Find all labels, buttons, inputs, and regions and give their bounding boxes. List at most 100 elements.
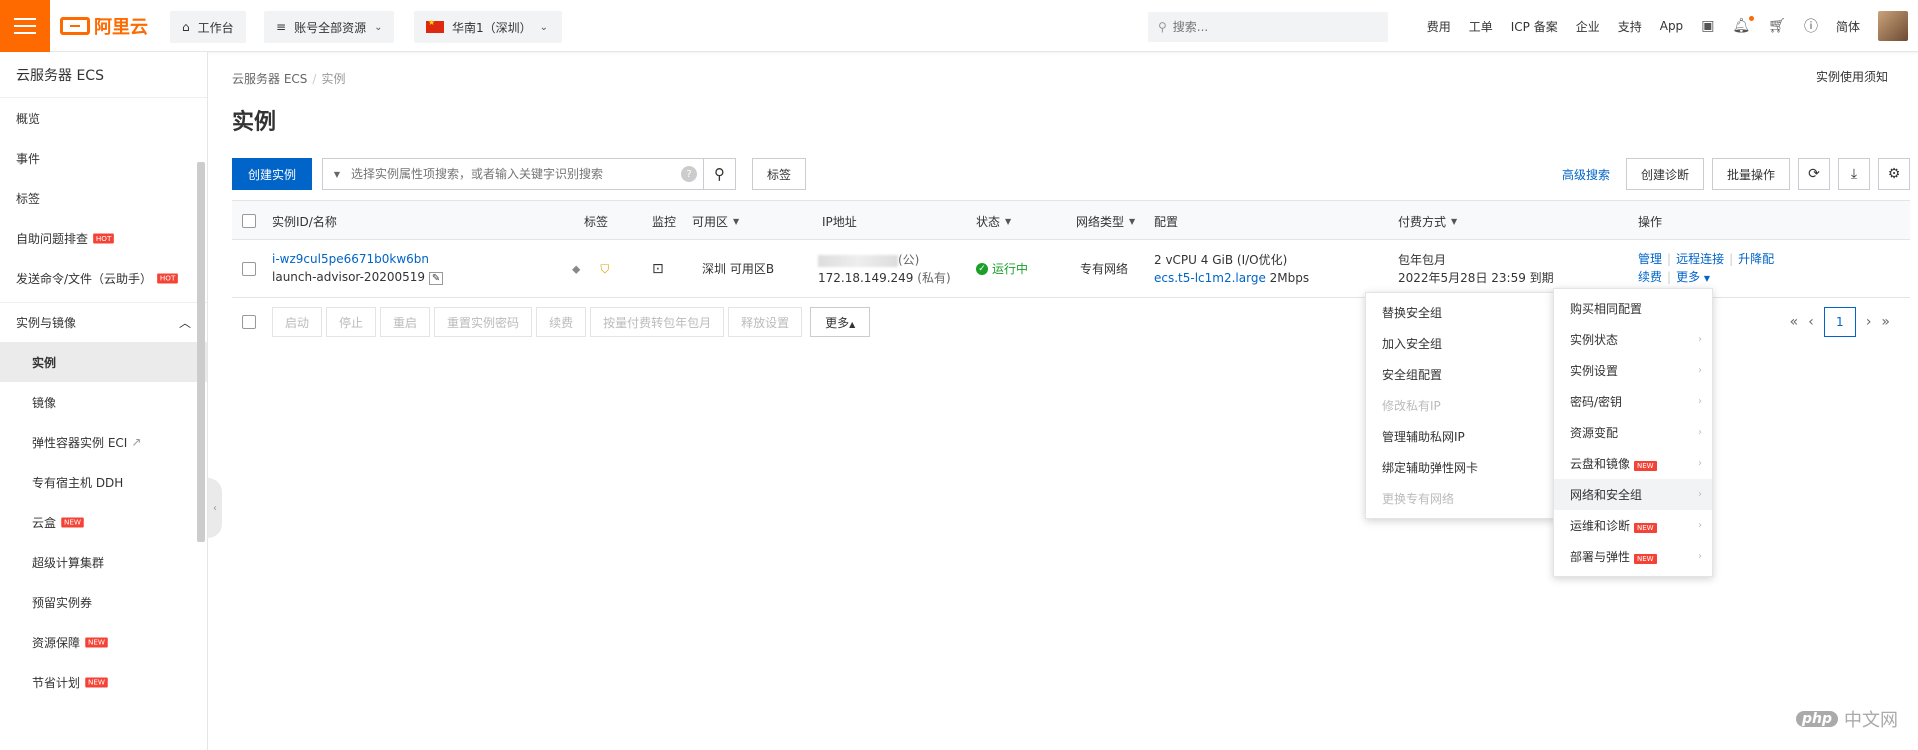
prev-page-icon[interactable]: ‹ [1808,314,1814,330]
settings-icon[interactable]: ⚙ [1878,158,1910,190]
row-checkbox[interactable] [242,262,256,276]
menu-resource-change[interactable]: 资源变配 › [1554,417,1712,448]
link-icp[interactable]: ICP 备案 [1511,18,1558,35]
cart-icon[interactable]: 🛒︎ [1768,18,1786,34]
menu-disk-image[interactable]: 云盘和镜像 NEW › [1554,448,1712,479]
menu-join-security-group[interactable]: 加入安全组 [1366,328,1554,359]
menu-manage-secondary-ip[interactable]: 管理辅助私网IP [1366,421,1554,452]
check-circle-icon: ✓ [976,263,988,275]
link-tickets[interactable]: 工单 [1469,18,1493,35]
refresh-icon[interactable]: ⟳ [1798,158,1830,190]
menu-instance-status[interactable]: 实例状态 › [1554,324,1712,355]
instance-usage-notice-link[interactable]: 实例使用须知 [1816,68,1888,85]
caret-down-icon[interactable]: ▼ [323,170,351,179]
link-app[interactable]: App [1660,19,1683,33]
renew-link[interactable]: 续费 [1638,270,1662,284]
reset-password-button[interactable]: 重置实例密码 [434,307,533,337]
col-network[interactable]: 网络类型 ▼ [1076,201,1135,241]
sidebar-item-savings-plan[interactable]: 节省计划 NEW [0,662,207,702]
sidebar-item-self-troubleshoot[interactable]: 自助问题排查 HOT [0,218,207,258]
next-page-icon[interactable]: › [1866,314,1872,330]
avatar[interactable] [1878,11,1908,41]
menu-security-group-config[interactable]: 安全组配置 [1366,359,1554,390]
more-actions-link[interactable]: 更多 ▼ [1676,270,1710,284]
footer-select-all-checkbox[interactable] [242,315,256,329]
logo-text: 阿里云 [94,17,148,38]
aliyun-logo[interactable]: 阿里云 [60,14,148,38]
last-page-icon[interactable]: » [1881,314,1890,330]
sidebar-collapse-handle[interactable]: ‹ [208,478,222,538]
monitor-chart-icon[interactable]: ⊡ [652,260,664,278]
sidebar-item-overview[interactable]: 概览 [0,98,207,138]
sidebar-item-eci[interactable]: 弹性容器实例 ECI ↗ [0,422,207,462]
global-search-input[interactable] [1172,20,1373,34]
link-fees[interactable]: 费用 [1427,18,1451,35]
menu-password-key[interactable]: 密码/密钥 › [1554,386,1712,417]
region-select[interactable]: 华南1（深圳） ⌄ [414,11,562,43]
sidebar-item-instances[interactable]: 实例 [0,342,207,382]
bell-icon[interactable]: 🔔︎ [1732,16,1755,34]
language-switch[interactable]: 简体 [1836,18,1860,35]
instance-search-input[interactable] [351,167,681,181]
manage-link[interactable]: 管理 [1638,252,1662,266]
breadcrumb-ecs[interactable]: 云服务器 ECS [232,72,307,86]
menu-instance-settings[interactable]: 实例设置 › [1554,355,1712,386]
instance-id-link[interactable]: i-wz9cul5pe6671b0kw6bn [272,250,443,268]
menu-deploy-elastic[interactable]: 部署与弹性 NEW › [1554,541,1712,572]
terminal-icon[interactable]: ▣ [1701,18,1714,34]
restart-button[interactable]: 重启 [380,307,431,337]
select-all-checkbox[interactable] [242,214,256,228]
sidebar-item-tags[interactable]: 标签 [0,178,207,218]
workbench-button[interactable]: ⌂ 工作台 [170,11,246,43]
sidebar-item-reserved[interactable]: 预留实例券 [0,582,207,622]
sidebar-item-capacity[interactable]: 资源保障 NEW [0,622,207,662]
col-status[interactable]: 状态 ▼ [976,201,1011,241]
first-page-icon[interactable]: « [1790,314,1799,330]
change-spec-link[interactable]: 升降配 [1738,252,1774,266]
release-settings-button[interactable]: 释放设置 [728,307,803,337]
menu-ops-diagnosis[interactable]: 运维和诊断 NEW › [1554,510,1712,541]
sidebar-item-cloud-assistant[interactable]: 发送命令/文件（云助手） HOT [0,258,207,298]
security-shield-icon[interactable]: ⛉ [600,260,609,278]
menu-buy-same-config[interactable]: 购买相同配置 [1554,293,1712,324]
sidebar-item-cloud-box[interactable]: 云盒 NEW [0,502,207,542]
batch-operations-button[interactable]: 批量操作 [1711,158,1790,190]
create-instance-button[interactable]: 创建实例 [232,158,313,190]
hamburger-menu-icon[interactable] [0,0,50,52]
remote-connect-link[interactable]: 远程连接 [1676,252,1724,266]
sidebar-group-instances-images[interactable]: 实例与镜像 ︿ [0,302,207,342]
instance-spec-link[interactable]: ecs.t5-lc1m2.large [1154,271,1266,285]
download-icon[interactable]: ⤓ [1838,158,1870,190]
start-button[interactable]: 启动 [272,307,323,337]
help-icon[interactable]: ? [681,166,697,182]
col-payment[interactable]: 付费方式 ▼ [1398,201,1457,241]
sidebar-item-ddh[interactable]: 专有宿主机 DDH [0,462,207,502]
edit-icon[interactable]: ✎ [428,272,444,285]
help-icon[interactable]: ⓘ [1804,16,1818,36]
tag-filter-button[interactable]: 标签 [752,158,807,190]
account-scope-select[interactable]: ≡ 账号全部资源 ⌄ [264,11,395,43]
link-enterprise[interactable]: 企业 [1576,18,1600,35]
sidebar-item-scc[interactable]: 超级计算集群 [0,542,207,582]
create-diagnosis-button[interactable]: 创建诊断 [1625,158,1704,190]
menu-replace-security-group[interactable]: 替换安全组 [1366,297,1554,328]
search-button[interactable]: ⚲ [703,159,735,189]
sidebar-item-events[interactable]: 事件 [0,138,207,178]
sidebar-scrollbar[interactable] [197,162,205,542]
global-search[interactable]: ⚲ [1148,12,1388,42]
tag-icon[interactable]: ⬥ [572,260,580,278]
stop-button[interactable]: 停止 [326,307,377,337]
public-ip-redacted [818,254,898,267]
renew-button[interactable]: 续费 [536,307,587,337]
menu-network-security[interactable]: 网络和安全组 › [1554,479,1712,510]
convert-billing-button[interactable]: 按量付费转包年包月 [590,307,725,337]
page-number[interactable]: 1 [1823,307,1856,337]
bulk-more-button[interactable]: 更多▲ [810,307,871,337]
chevron-down-icon: ⌄ [539,21,549,33]
link-support[interactable]: 支持 [1618,18,1642,35]
col-zone[interactable]: 可用区 ▼ [692,201,739,241]
notification-dot [1749,16,1755,21]
menu-bind-eni[interactable]: 绑定辅助弹性网卡 [1366,452,1554,483]
advanced-search-link[interactable]: 高级搜索 [1562,166,1610,183]
sidebar-item-images[interactable]: 镜像 [0,382,207,422]
